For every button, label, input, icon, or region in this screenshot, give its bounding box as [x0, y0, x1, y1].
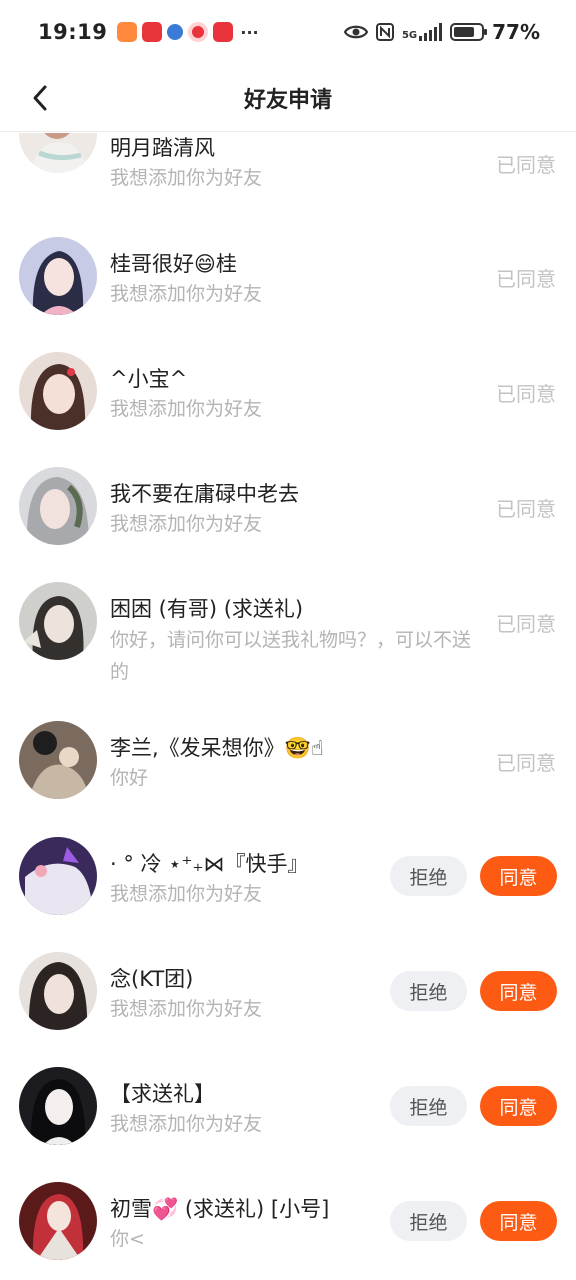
- cellular-signal-icon: 5G: [402, 23, 443, 41]
- reject-button[interactable]: 拒绝: [390, 1086, 467, 1126]
- requester-name: 困困 (有哥) (求送礼): [110, 597, 304, 621]
- ball-app-icon: [167, 24, 184, 40]
- status-bar: 19:19 ··· 5G 77%: [0, 0, 576, 64]
- requester-name: 桂哥很好😄桂: [110, 252, 237, 276]
- requester-name: 我不要在庸碌中老去: [110, 482, 299, 506]
- reject-button[interactable]: 拒绝: [390, 971, 467, 1011]
- requester-name: ^小宝^: [110, 367, 188, 391]
- avatar[interactable]: [19, 582, 97, 660]
- request-row[interactable]: 明月踏清风 我想添加你为好友 已同意: [0, 133, 576, 213]
- accept-button[interactable]: 同意: [480, 1201, 557, 1241]
- request-row[interactable]: 初雪💞 (求送礼) [小号] 你< 拒绝 同意: [0, 1176, 576, 1280]
- accept-button[interactable]: 同意: [480, 856, 557, 896]
- status-time: 19:19: [38, 20, 108, 44]
- avatar[interactable]: [19, 837, 97, 915]
- app-header: 好友申请: [0, 64, 576, 132]
- request-row[interactable]: 【求送礼】 我想添加你为好友 拒绝 同意: [0, 1061, 576, 1171]
- request-message: 你好，请问你可以送我礼物吗？，可以不送的: [110, 629, 472, 683]
- request-row[interactable]: 念(KT团) 我想添加你为好友 拒绝 同意: [0, 946, 576, 1056]
- request-message: 我想添加你为好友: [110, 167, 263, 189]
- avatar[interactable]: [19, 1182, 97, 1260]
- request-row[interactable]: 桂哥很好😄桂 我想添加你为好友 已同意: [0, 231, 576, 341]
- accepted-status: 已同意: [496, 497, 556, 521]
- avatar[interactable]: [19, 237, 97, 315]
- accept-button[interactable]: 同意: [480, 971, 557, 1011]
- request-row[interactable]: 困困 (有哥) (求送礼) 你好，请问你可以送我礼物吗？，可以不送的 已同意: [0, 576, 576, 711]
- request-message: 我想添加你为好友: [110, 398, 263, 420]
- accepted-status: 已同意: [496, 267, 556, 291]
- more-notifications-icon: ···: [240, 22, 259, 42]
- kuaishou-app-icon: [213, 22, 234, 42]
- avatar[interactable]: [19, 1067, 97, 1145]
- kuaishou-app-icon: [142, 22, 163, 42]
- accepted-status: 已同意: [496, 612, 556, 636]
- avatar[interactable]: [19, 352, 97, 430]
- avatar[interactable]: [19, 467, 97, 545]
- accepted-status: 已同意: [496, 751, 556, 775]
- request-message: 我想添加你为好友: [110, 283, 263, 305]
- avatar[interactable]: [19, 952, 97, 1030]
- requester-name: 明月踏清风: [110, 136, 215, 160]
- status-right: 5G 77%: [343, 20, 540, 44]
- avatar[interactable]: [19, 133, 97, 173]
- accepted-status: 已同意: [496, 382, 556, 406]
- request-message: 我想添加你为好友: [110, 513, 263, 535]
- request-row[interactable]: 李兰,《发呆想你》🤓☝ 你好 已同意: [0, 715, 576, 825]
- accepted-status: 已同意: [496, 153, 556, 177]
- battery-icon: [450, 23, 488, 41]
- avatar[interactable]: [19, 721, 97, 799]
- request-row[interactable]: ^小宝^ 我想添加你为好友 已同意: [0, 346, 576, 456]
- eye-icon: [343, 25, 368, 39]
- accept-button[interactable]: 同意: [480, 1086, 557, 1126]
- page-title: 好友申请: [243, 87, 332, 113]
- request-row[interactable]: 我不要在庸碌中老去 我想添加你为好友 已同意: [0, 461, 576, 571]
- shield-app-icon: [117, 22, 138, 42]
- request-message: 你好: [110, 767, 149, 789]
- back-button[interactable]: [20, 78, 60, 118]
- nfc-icon: [375, 23, 394, 41]
- reject-button[interactable]: 拒绝: [390, 856, 467, 896]
- battery-percent: 77%: [492, 20, 540, 44]
- chevron-left-icon: [33, 85, 47, 111]
- red-circle-app-icon: [188, 22, 209, 42]
- friend-request-list[interactable]: 明月踏清风 我想添加你为好友 已同意 桂哥很好😄桂 我想添加你为好友 已同意 ^…: [0, 133, 576, 1280]
- reject-button[interactable]: 拒绝: [390, 1201, 467, 1241]
- request-row[interactable]: · ° 冷 ⋆⁺₊⋈『快手』 我想添加你为好友 拒绝 同意: [0, 831, 576, 941]
- requester-name: 李兰,《发呆想你》🤓☝: [110, 736, 324, 760]
- notification-icons: ···: [117, 22, 259, 42]
